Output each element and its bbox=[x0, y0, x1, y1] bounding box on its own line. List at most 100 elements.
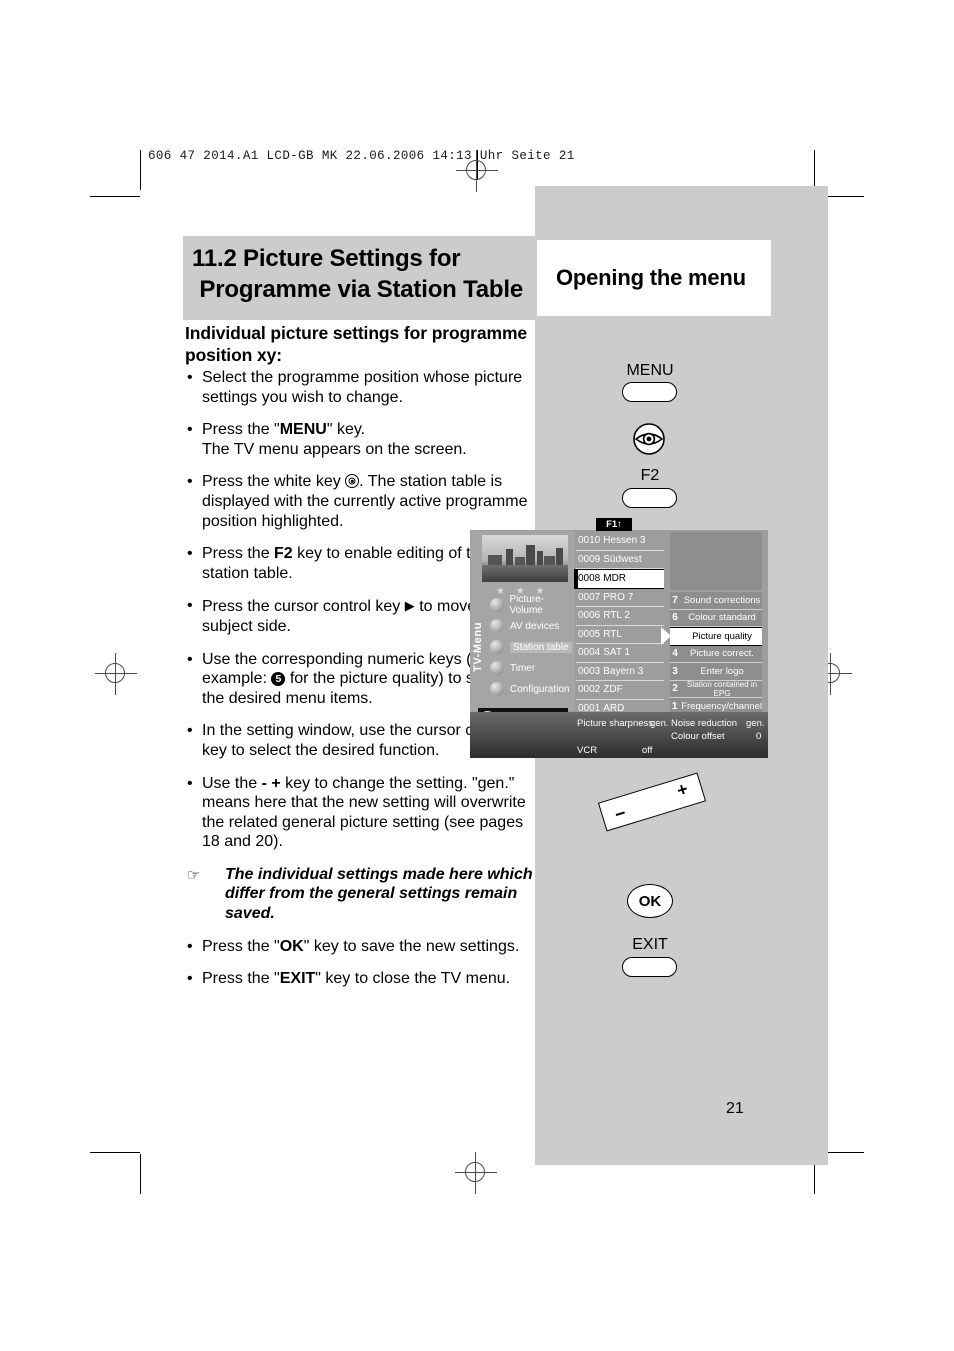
menu-item-colour-standard[interactable]: 6 Colour standard bbox=[670, 609, 762, 627]
station-name: PRO 7 bbox=[603, 591, 634, 603]
station-name: Hessen 3 bbox=[603, 535, 646, 547]
f1-tab: F1 ↑ bbox=[596, 518, 632, 531]
crop-mark-top-right-v bbox=[814, 150, 815, 190]
picture-sharpness-label: Picture sharpness bbox=[577, 718, 654, 729]
station-number: 0004 bbox=[578, 647, 601, 659]
f2-button[interactable] bbox=[622, 488, 677, 508]
table-row[interactable]: 0002 ZDF bbox=[576, 681, 664, 700]
tv-screen-mockup: F1 ↑ ★ ★ ★ TV-Menu Picture-Volume AV dev… bbox=[470, 518, 768, 758]
station-number: 0008 bbox=[578, 573, 601, 585]
crop-mark-top-left-h bbox=[90, 196, 140, 197]
cursor-right-icon: ▶ bbox=[404, 598, 415, 614]
ok-button[interactable]: OK bbox=[627, 884, 673, 918]
menu-item-index: 1 bbox=[671, 700, 678, 712]
table-row[interactable]: 0003 Bayern 3 bbox=[576, 662, 664, 681]
note-callout: ☞ The individual settings made here whic… bbox=[185, 865, 533, 924]
cursor-arrow-icon bbox=[661, 627, 671, 645]
station-name: SAT 1 bbox=[603, 647, 631, 659]
knob-icon bbox=[490, 619, 504, 633]
pointing-hand-icon: ☞ bbox=[187, 866, 201, 884]
menu-item-label: Picture correct. bbox=[690, 648, 754, 660]
crop-mark-bottom-left-v bbox=[140, 1154, 141, 1194]
station-name: Bayern 3 bbox=[603, 665, 644, 677]
menu-item-index: 7 bbox=[672, 594, 678, 606]
list-item: Use the - + key to change the setting. "… bbox=[185, 774, 533, 852]
noise-reduction-label: Noise reduction bbox=[671, 718, 738, 729]
sidebar-item-configuration[interactable]: Configuration bbox=[490, 679, 569, 699]
knob-icon bbox=[490, 682, 504, 696]
sidebar-item-av-devices[interactable]: AV devices bbox=[490, 616, 559, 636]
note-text: The individual settings made here which … bbox=[225, 865, 533, 923]
menu-item-label: Frequency/channel bbox=[681, 700, 762, 712]
registration-mark-bottom bbox=[455, 1152, 497, 1194]
f1-up-arrow-icon: ↑ bbox=[617, 519, 622, 530]
sidebar-item-picture-volume[interactable]: Picture-Volume bbox=[490, 594, 575, 616]
menu-item-label: Sound corrections bbox=[683, 594, 761, 606]
table-row[interactable]: 0007 PRO 7 bbox=[576, 588, 664, 607]
picture-sharpness-value: gen. bbox=[650, 718, 669, 729]
subheading: Individual picture settings for programm… bbox=[185, 323, 528, 365]
menu-item-index: 6 bbox=[672, 612, 678, 624]
table-row[interactable]: 0010 Hessen 3 bbox=[576, 532, 664, 551]
crop-mark-top-left-v bbox=[140, 150, 141, 190]
knob-icon bbox=[490, 598, 504, 612]
exit-button[interactable] bbox=[622, 957, 677, 977]
table-row[interactable]: 0005 RTL bbox=[576, 625, 664, 644]
sidebar-item-station-table[interactable]: Station table bbox=[490, 637, 572, 657]
list-item: Press the white key . The station table … bbox=[185, 472, 533, 531]
station-name: ZDF bbox=[603, 684, 623, 696]
list-item: Select the programme position whose pict… bbox=[185, 368, 533, 407]
station-name: RTL 2 bbox=[603, 610, 630, 622]
opening-the-menu-label: Opening the menu bbox=[556, 265, 746, 290]
crop-mark-bottom-left-h bbox=[90, 1152, 140, 1153]
noise-reduction-value: gen. bbox=[746, 718, 765, 729]
menu-item-label: Picture quality bbox=[692, 630, 752, 642]
f1-tab-label: F1 bbox=[606, 519, 618, 530]
menu-item-enter-logo[interactable]: 3 Enter logo bbox=[670, 663, 762, 681]
vcr-value: off bbox=[642, 745, 653, 756]
table-row[interactable]: 0009 Südwest bbox=[576, 550, 664, 569]
ok-button-label: OK bbox=[638, 892, 662, 910]
menu-item-index: 3 bbox=[672, 665, 678, 677]
numeric-key-5-icon: 5 bbox=[271, 672, 286, 687]
section-title-line1: 11.2 Picture Settings for bbox=[192, 245, 461, 272]
sidebar-item-label: Station table bbox=[510, 641, 572, 653]
tv-preview-thumbnail bbox=[482, 535, 568, 582]
menu-button-label: MENU bbox=[626, 362, 674, 379]
table-row[interactable]: 0004 SAT 1 bbox=[576, 644, 664, 663]
menu-item-picture-correct[interactable]: 4 Picture correct. bbox=[670, 645, 762, 663]
tv-menu-vertical-title: TV-Menu bbox=[472, 621, 484, 673]
subject-menu-blank-area bbox=[670, 532, 762, 590]
menu-item-index: 4 bbox=[672, 648, 678, 660]
tv-status-bar: Picture sharpness gen. Noise reduction g… bbox=[470, 712, 768, 758]
vcr-label: VCR bbox=[577, 745, 598, 756]
section-title-line2: Programme via Station Table bbox=[199, 276, 523, 303]
table-row-selected[interactable]: 0008 MDR bbox=[574, 569, 664, 589]
menu-button[interactable] bbox=[622, 382, 677, 402]
plus-label: + bbox=[674, 778, 691, 801]
page-number: 21 bbox=[726, 1100, 744, 1117]
sidebar-item-timer[interactable]: Timer bbox=[490, 658, 535, 678]
colour-offset-value: 0 bbox=[756, 731, 762, 742]
registration-mark-left bbox=[95, 653, 137, 695]
knob-icon bbox=[490, 661, 504, 675]
opening-the-menu-box: Opening the menu bbox=[537, 240, 771, 316]
menu-item-sound-corrections[interactable]: 7 Sound corrections bbox=[670, 592, 762, 610]
station-number: 0002 bbox=[578, 684, 601, 696]
list-item: Press the "OK" key to save the new setti… bbox=[185, 937, 533, 957]
section-title-block: 11.2 Picture Settings for Programme via … bbox=[183, 236, 535, 320]
table-row[interactable]: 0006 RTL 2 bbox=[576, 607, 664, 626]
white-key-button[interactable] bbox=[632, 422, 666, 456]
menu-item-label: Colour standard bbox=[688, 612, 756, 624]
colour-offset-label: Colour offset bbox=[671, 731, 725, 742]
subject-menu[interactable]: 7 Sound corrections 6 Colour standard 5 … bbox=[661, 592, 762, 716]
menu-item-label: Enter logo bbox=[700, 665, 744, 677]
menu-item-station-contained-in-epg[interactable]: 2 Station contained in EPG bbox=[670, 680, 762, 698]
station-name: Südwest bbox=[603, 553, 642, 565]
sidebar-item-label: Picture-Volume bbox=[509, 594, 544, 616]
station-number: 0007 bbox=[578, 591, 601, 603]
menu-item-picture-quality-selected[interactable]: 5 Picture quality bbox=[661, 627, 762, 646]
tv-left-menu-pane: ★ ★ ★ TV-Menu Picture-Volume AV devices … bbox=[470, 531, 575, 711]
station-number: 0010 bbox=[578, 535, 601, 547]
station-table[interactable]: 0010 Hessen 3 0009 Südwest 0008 MDR 0007… bbox=[574, 532, 664, 718]
